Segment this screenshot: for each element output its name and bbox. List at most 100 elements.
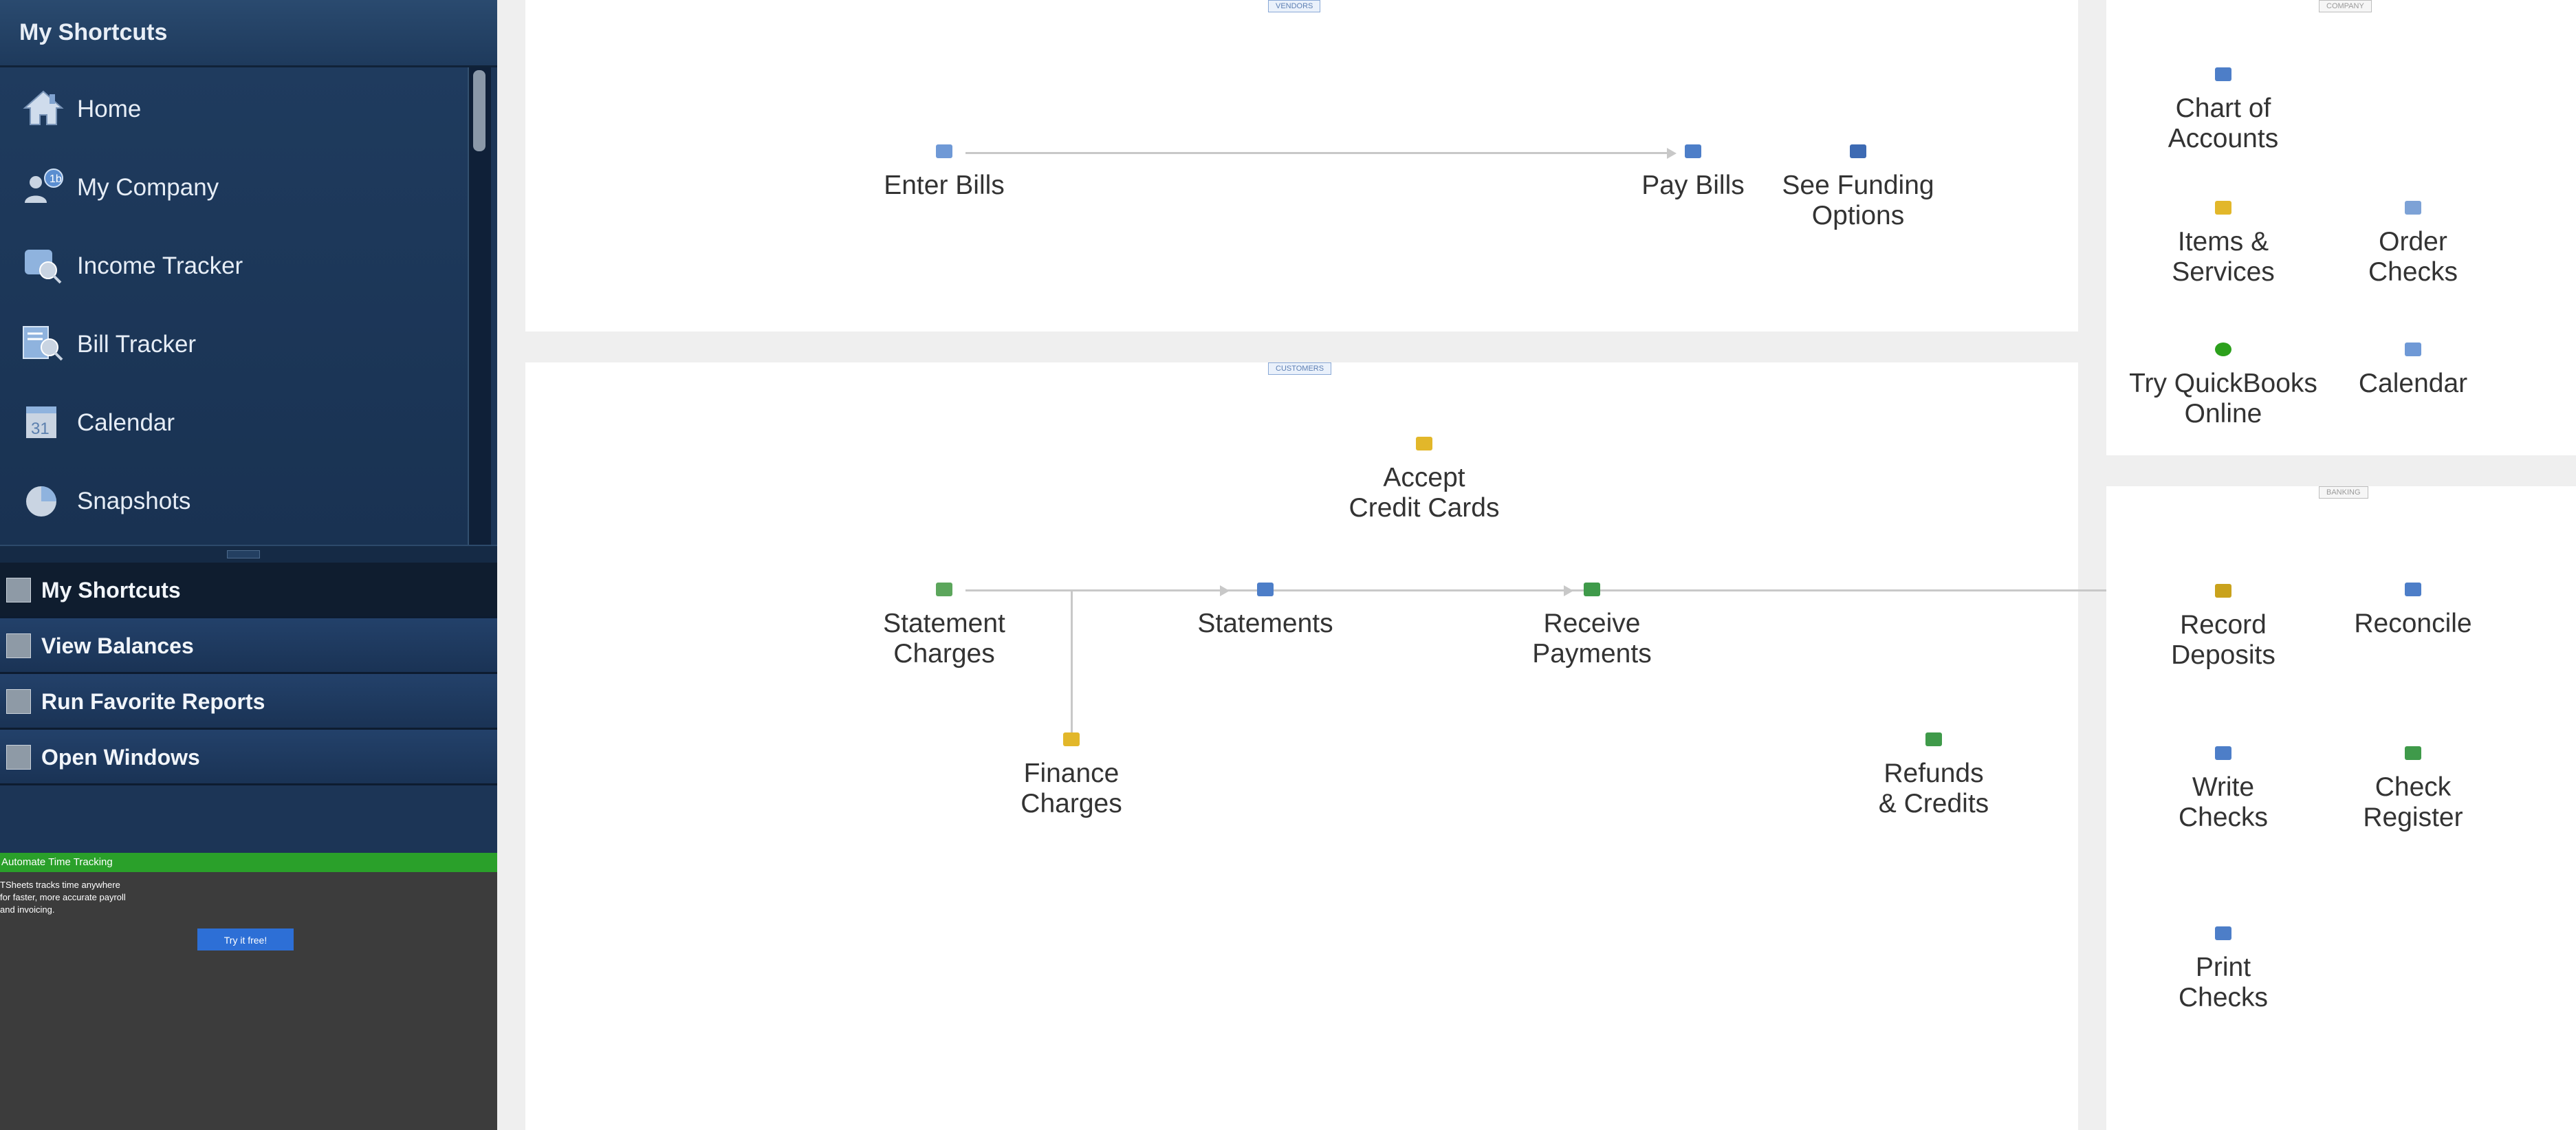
finance-charges-button[interactable]: Finance Charges (968, 732, 1175, 819)
shortcut-bill-tracker-label: Bill Tracker (77, 331, 197, 358)
chart-of-accounts-label: Chart of Accounts (2168, 94, 2279, 153)
windows-icon (6, 745, 31, 770)
order-checks-button[interactable]: Order Checks (2310, 201, 2516, 287)
calendar-button[interactable]: Calendar (2310, 343, 2516, 399)
calendar-label: Calendar (2358, 369, 2468, 398)
vendors-tag: VENDORS (1268, 0, 1321, 12)
finance-charges-icon (1063, 732, 1080, 746)
sidebar-title: My Shortcuts (19, 19, 168, 45)
company-tag: COMPANY (2319, 0, 2372, 12)
section-run-favorite-reports[interactable]: Run Favorite Reports (0, 674, 497, 730)
banking-tag: BANKING (2319, 486, 2368, 499)
order-checks-label: Order Checks (2368, 227, 2458, 287)
record-deposits-label: Record Deposits (2171, 610, 2275, 670)
sidebar-resize-grip[interactable] (0, 545, 497, 564)
promo-panel: Automate Time Tracking TSheets tracks ti… (0, 853, 497, 1130)
shortcut-snapshots[interactable]: Snapshots (0, 461, 468, 537)
income-tracker-icon (25, 250, 62, 284)
items-services-label: Items & Services (2172, 227, 2275, 287)
items-services-button[interactable]: Items & Services (2120, 201, 2326, 287)
shortcut-list: Home 1b My Company Income Tracker Bill T… (0, 67, 468, 545)
reconcile-button[interactable]: Reconcile (2310, 583, 2516, 639)
statement-charges-button[interactable]: Statement Charges (841, 583, 1047, 669)
statements-icon (1257, 583, 1274, 596)
shortcut-bill-tracker[interactable]: Bill Tracker (0, 305, 468, 380)
calendar-icon (2405, 343, 2421, 356)
section-open-windows-label: Open Windows (41, 745, 200, 770)
check-register-icon (2405, 746, 2421, 760)
customers-tag: CUSTOMERS (1268, 362, 1332, 375)
funding-options-icon (1850, 144, 1866, 158)
sidebar: My Shortcuts Home 1b My Company Income T… (0, 0, 497, 1130)
shortcut-my-company[interactable]: 1b My Company (0, 148, 468, 224)
shortcut-calendar-label: Calendar (77, 409, 175, 436)
enter-bills-button[interactable]: Enter Bills (841, 144, 1047, 201)
see-funding-options-button[interactable]: See Funding Options (1755, 144, 1961, 231)
shortcut-home[interactable]: Home (0, 69, 468, 145)
vendors-panel: VENDORS Enter Bills Pay Bills See Fundin… (525, 0, 2078, 332)
write-checks-label: Write Checks (2178, 772, 2269, 832)
finance-charges-label: Finance Charges (1020, 759, 1122, 818)
promo-line: TSheets tracks time anywhere (0, 880, 120, 890)
shortcut-income-tracker[interactable]: Income Tracker (0, 226, 468, 302)
reconcile-icon (2405, 583, 2421, 596)
promo-header: Automate Time Tracking (0, 853, 497, 872)
section-run-favorite-reports-label: Run Favorite Reports (41, 689, 265, 714)
statement-charges-icon (936, 583, 952, 596)
grip-dots (227, 550, 260, 558)
refunds-credits-icon (1925, 732, 1942, 746)
statements-button[interactable]: Statements (1162, 583, 1368, 639)
accept-credit-cards-button[interactable]: Accept Credit Cards (1321, 437, 1527, 523)
promo-title: Automate Time Tracking (1, 856, 113, 868)
sidebar-scroll-thumb[interactable] (473, 70, 485, 151)
items-services-icon (2215, 201, 2231, 215)
shortcuts-icon (6, 578, 31, 602)
credit-card-icon (1416, 437, 1432, 450)
see-funding-options-label: See Funding Options (1782, 171, 1934, 230)
flow-line (1613, 589, 2179, 591)
banking-panel: BANKING Record Deposits Reconcile Write … (2106, 486, 2576, 1130)
snapshots-icon (26, 486, 56, 517)
statement-charges-label: Statement Charges (883, 609, 1005, 669)
pay-bills-icon (1685, 144, 1701, 158)
shortcut-snapshots-label: Snapshots (77, 488, 191, 514)
chart-of-accounts-icon (2215, 67, 2231, 81)
write-checks-button[interactable]: Write Checks (2120, 746, 2326, 833)
order-checks-icon (2405, 201, 2421, 215)
calendar-icon: 31 (26, 406, 56, 438)
print-checks-label: Print Checks (2178, 953, 2269, 1012)
statements-label: Statements (1197, 609, 1333, 638)
balances-icon (6, 633, 31, 658)
section-my-shortcuts[interactable]: My Shortcuts (0, 563, 497, 618)
receive-payments-icon (1584, 583, 1600, 596)
try-quickbooks-online-button[interactable]: Try QuickBooks Online (2120, 343, 2326, 429)
receive-payments-button[interactable]: Receive Payments (1489, 583, 1695, 669)
svg-text:31: 31 (31, 420, 50, 438)
print-checks-button[interactable]: Print Checks (2120, 926, 2326, 1013)
receive-payments-label: Receive Payments (1532, 609, 1652, 669)
record-deposits-button[interactable]: Record Deposits (2120, 584, 2326, 671)
my-company-icon: 1b (25, 169, 63, 203)
check-register-button[interactable]: Check Register (2310, 746, 2516, 833)
try-it-free-button[interactable]: Try it free! (197, 928, 294, 950)
reconcile-label: Reconcile (2354, 609, 2472, 638)
check-register-label: Check Register (2363, 772, 2463, 832)
promo-text: TSheets tracks time anywhere for faster,… (0, 879, 206, 916)
sidebar-scrollbar[interactable] (468, 67, 491, 545)
chart-of-accounts-button[interactable]: Chart of Accounts (2120, 67, 2326, 154)
shortcut-my-company-label: My Company (77, 174, 219, 201)
try-quickbooks-online-label: Try QuickBooks Online (2129, 369, 2317, 428)
flow-line (1071, 589, 1073, 743)
reports-icon (6, 689, 31, 714)
home-icon (23, 90, 64, 125)
section-view-balances[interactable]: View Balances (0, 618, 497, 674)
shortcut-income-tracker-label: Income Tracker (77, 252, 243, 279)
enter-bills-label: Enter Bills (884, 171, 1005, 200)
bill-tracker-icon (23, 326, 63, 361)
section-open-windows[interactable]: Open Windows (0, 730, 497, 785)
shortcut-calendar[interactable]: 31 Calendar (0, 383, 468, 459)
refunds-credits-label: Refunds & Credits (1878, 759, 1989, 818)
refunds-credits-button[interactable]: Refunds & Credits (1831, 732, 2037, 819)
promo-line: for faster, more accurate payroll (0, 892, 126, 902)
sidebar-header: My Shortcuts (0, 0, 497, 67)
